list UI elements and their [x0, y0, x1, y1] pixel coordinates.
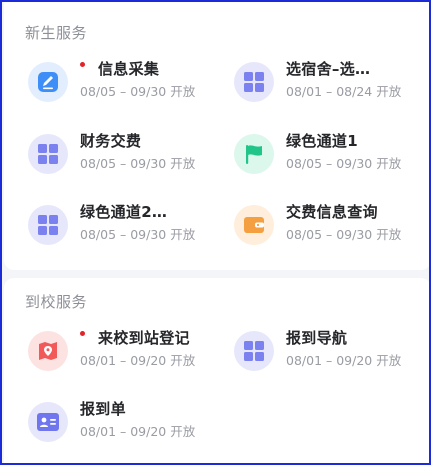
service-item-label: 绿色通道2…	[80, 202, 168, 221]
arrival-services-card: 到校服务 来校到站登记 08/01 – 09/20 开放 报到导航 08/01 …	[4, 278, 429, 463]
service-item-green-channel-2[interactable]: 绿色通道2… 08/05 – 09/30 开放	[28, 203, 228, 255]
required-dot	[80, 62, 85, 67]
service-item-period: 08/05 – 09/30 开放	[80, 84, 196, 99]
required-dot	[80, 331, 85, 336]
wallet-icon	[234, 205, 274, 245]
edit-form-icon	[28, 62, 68, 102]
service-item-green-channel-1[interactable]: 绿色通道1 08/05 – 09/30 开放	[234, 132, 429, 184]
service-item-period: 08/05 – 09/30 开放	[80, 156, 196, 171]
service-item-period: 08/01 – 09/20 开放	[80, 424, 196, 439]
section-title-arrival: 到校服务	[25, 293, 88, 311]
service-item-registration-navigation[interactable]: 报到导航 08/01 – 09/20 开放	[234, 329, 429, 381]
service-item-period: 08/05 – 09/30 开放	[80, 227, 196, 242]
service-item-period: 08/05 – 09/30 开放	[286, 156, 402, 171]
service-item-period: 08/01 – 09/20 开放	[80, 353, 196, 368]
service-item-label: 报到单	[80, 399, 126, 418]
service-item-fee-payment[interactable]: 财务交费 08/05 – 09/30 开放	[28, 132, 228, 184]
service-item-label: 信息采集	[98, 59, 160, 78]
map-pin-icon	[28, 331, 68, 371]
service-item-period: 08/01 – 08/24 开放	[286, 84, 402, 99]
grid-icon	[28, 205, 68, 245]
grid-icon	[234, 62, 274, 102]
service-item-period: 08/01 – 09/20 开放	[286, 353, 402, 368]
service-item-label: 绿色通道1	[286, 131, 358, 150]
flag-icon	[234, 134, 274, 174]
section-title-new-student: 新生服务	[25, 24, 88, 42]
id-card-icon	[28, 402, 68, 442]
service-item-fee-inquiry[interactable]: 交费信息查询 08/05 – 09/30 开放	[234, 203, 429, 255]
service-item-label: 财务交费	[80, 131, 142, 150]
service-item-label: 选宿舍–选…	[286, 59, 371, 78]
grid-icon	[234, 331, 274, 371]
service-panel: 新生服务 信息采集 08/05 – 09/30 开放 选宿舍–选… 08/01 …	[0, 0, 431, 465]
grid-icon	[28, 134, 68, 174]
service-item-info-collection[interactable]: 信息采集 08/05 – 09/30 开放	[28, 60, 228, 112]
service-item-label: 报到导航	[286, 328, 348, 347]
service-item-label: 来校到站登记	[98, 328, 190, 347]
service-item-period: 08/05 – 09/30 开放	[286, 227, 402, 242]
new-student-services-card: 新生服务 信息采集 08/05 – 09/30 开放 选宿舍–选… 08/01 …	[4, 2, 429, 270]
service-item-registration-form[interactable]: 报到单 08/01 – 09/20 开放	[28, 400, 228, 452]
service-item-arrival-registration[interactable]: 来校到站登记 08/01 – 09/20 开放	[28, 329, 228, 381]
service-item-dorm-selection[interactable]: 选宿舍–选… 08/01 – 08/24 开放	[234, 60, 429, 112]
service-item-label: 交费信息查询	[286, 202, 378, 221]
